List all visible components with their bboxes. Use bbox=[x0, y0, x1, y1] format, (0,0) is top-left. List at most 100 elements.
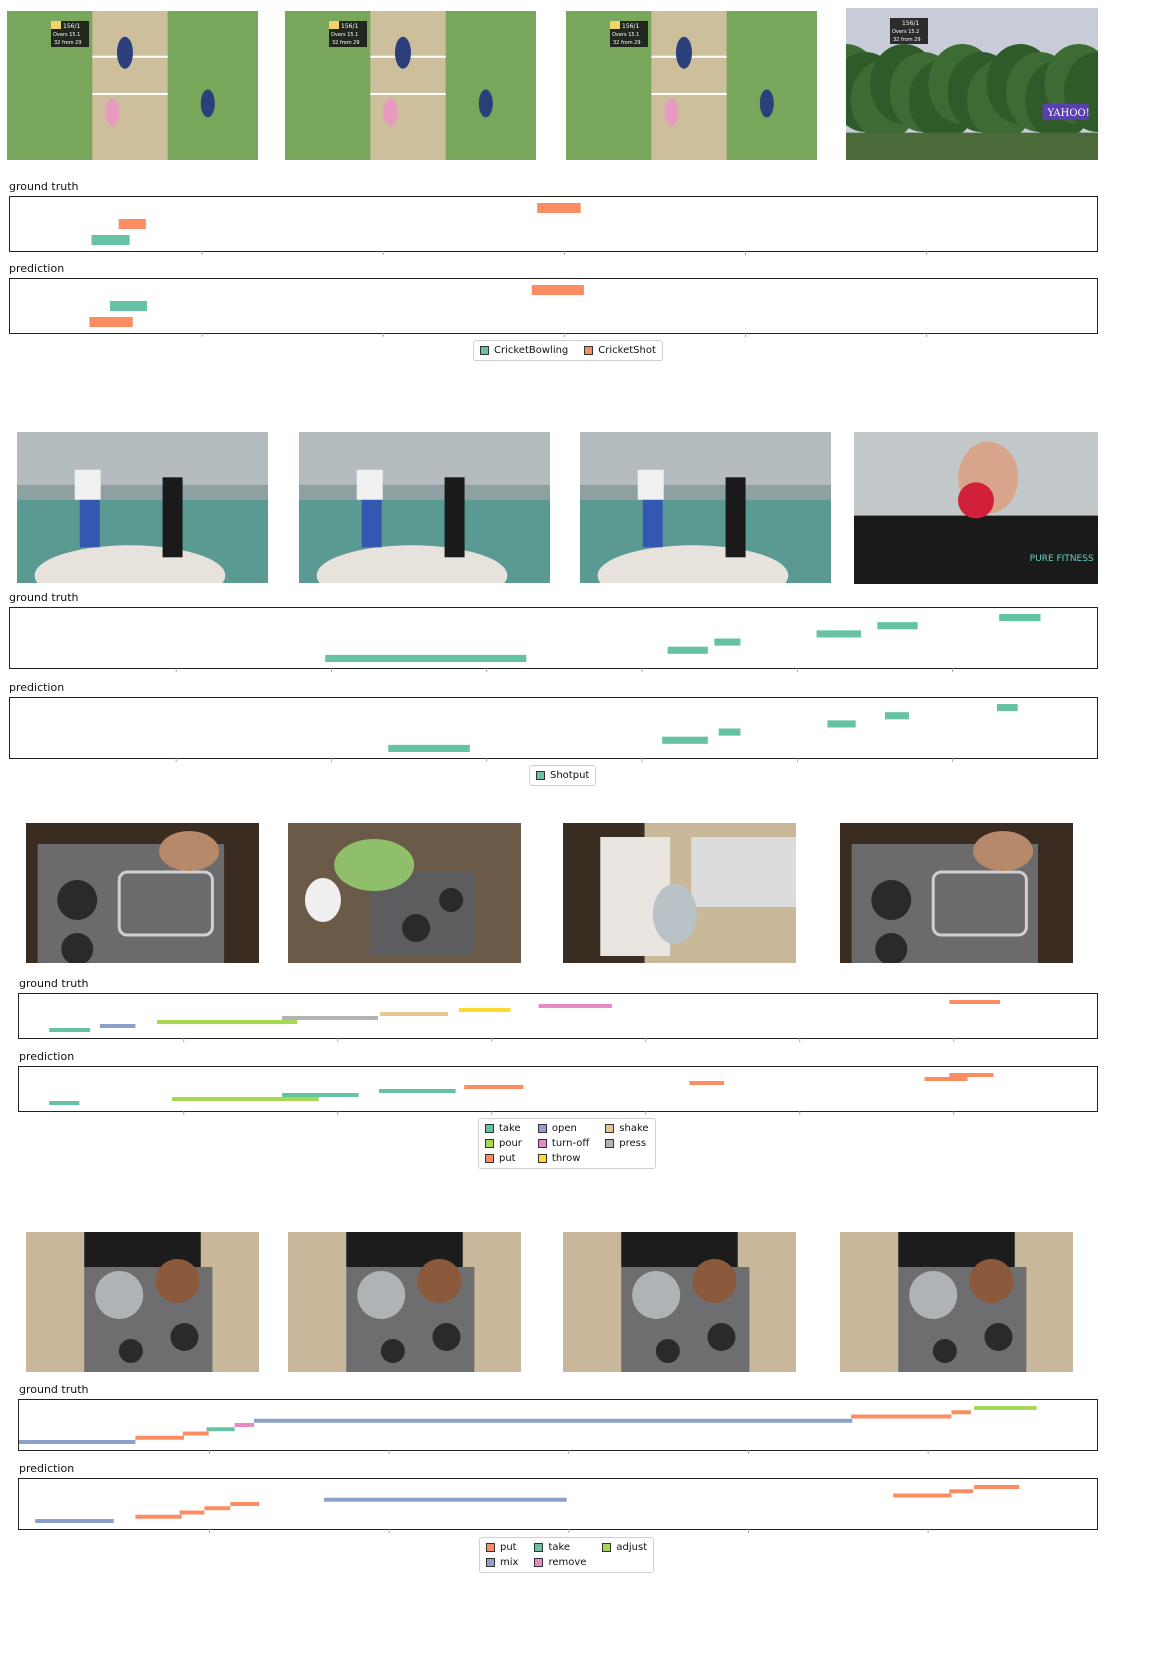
ground_truth-segment-put bbox=[182, 1431, 209, 1436]
legend-label: adjust bbox=[616, 1542, 648, 1553]
svg-text:32 from 29: 32 from 29 bbox=[613, 40, 641, 46]
panel1-frame4: YAHOO! 156/1 Overs 15.2 32 from 29 bbox=[846, 8, 1098, 160]
svg-text:Overs 15.1: Overs 15.1 bbox=[53, 32, 80, 38]
frame-image bbox=[840, 823, 1073, 963]
ground_truth-segment-throw bbox=[458, 1008, 511, 1012]
legend-swatch bbox=[480, 346, 489, 355]
panel2-frame1 bbox=[17, 432, 268, 583]
svg-text:156/1: 156/1 bbox=[622, 23, 639, 30]
panel1-pred-track bbox=[9, 278, 1098, 337]
legend-swatch bbox=[485, 1124, 494, 1133]
legend-grid: CricketBowling CricketShot bbox=[480, 344, 656, 357]
svg-text:Overs 15.1: Overs 15.1 bbox=[612, 32, 639, 38]
panel1-prediction-svg bbox=[89, 285, 928, 337]
frame-image: 156/1 Overs 15.1 32 from 29 bbox=[285, 11, 536, 160]
legend-item: remove bbox=[534, 1556, 586, 1569]
frame-image: PURE FITNESS bbox=[854, 432, 1098, 584]
legend-swatch bbox=[537, 1139, 547, 1148]
panel3-pred-track bbox=[18, 1066, 1098, 1115]
legend-swatch bbox=[537, 1154, 547, 1163]
panel1-gt-label: ground truth bbox=[9, 180, 79, 193]
legend-label: put bbox=[500, 1542, 517, 1553]
ground_truth-segment-press bbox=[282, 1016, 378, 1020]
panel4-frame4 bbox=[840, 1232, 1073, 1372]
legend-item: CricketBowling bbox=[480, 344, 568, 357]
panel3-frame4 bbox=[840, 823, 1073, 963]
ground_truth-segment-shake bbox=[380, 1012, 449, 1016]
svg-text:32 from 29: 32 from 29 bbox=[332, 40, 360, 46]
legend-label: mix bbox=[500, 1557, 519, 1568]
legend-swatch bbox=[536, 771, 545, 780]
legend-item: mix bbox=[486, 1556, 518, 1569]
prediction-segment-CricketShot bbox=[89, 317, 133, 327]
legend-item: CricketShot bbox=[584, 344, 656, 357]
legend-item: take bbox=[485, 1122, 522, 1135]
panel1-pred-label: prediction bbox=[9, 262, 65, 275]
prediction-segment-put bbox=[179, 1510, 205, 1515]
frame-image bbox=[288, 823, 521, 963]
ground_truth-segment-Shotput bbox=[714, 638, 741, 646]
panel1-frame1: 156/1 Overs 15.1 32 from 29 bbox=[7, 11, 258, 160]
ground_truth-segment-put bbox=[951, 1410, 971, 1415]
panel1-gt-track bbox=[9, 196, 1098, 255]
panel3-prediction-svg bbox=[49, 1073, 994, 1115]
panel4-prediction-svg bbox=[35, 1485, 1020, 1533]
legend-swatch bbox=[537, 1124, 547, 1133]
svg-text:32 from 29: 32 from 29 bbox=[893, 37, 921, 43]
ground_truth-segment-put bbox=[135, 1435, 184, 1440]
legend-label: take bbox=[548, 1542, 571, 1553]
frame-image: 156/1 Overs 15.1 32 from 29 bbox=[566, 11, 817, 160]
prediction-segment-put bbox=[230, 1502, 260, 1506]
panel1-frame2: 156/1 Overs 15.1 32 from 29 bbox=[285, 11, 536, 160]
ground_truth-segment-adjust bbox=[974, 1406, 1037, 1410]
frame-image bbox=[563, 823, 796, 963]
legend-item: Shotput bbox=[536, 769, 589, 782]
ground_truth-segment-CricketShot bbox=[537, 203, 581, 213]
legend-item: adjust bbox=[602, 1541, 647, 1554]
ground_truth-segment-Shotput bbox=[325, 654, 527, 662]
legend-label: remove bbox=[548, 1557, 587, 1568]
panel2-pred-label: prediction bbox=[9, 681, 65, 694]
ground_truth-segment-turn-off bbox=[538, 1004, 612, 1008]
frame-image bbox=[288, 1232, 521, 1372]
svg-text:156/1: 156/1 bbox=[63, 23, 80, 30]
legend-item: put bbox=[485, 1152, 522, 1165]
ground_truth-segment-remove bbox=[234, 1423, 255, 1427]
frame-image bbox=[563, 1232, 796, 1372]
ground_truth-segment-take bbox=[206, 1427, 235, 1432]
frame-image: YAHOO! 156/1 Overs 15.2 32 from 29 bbox=[846, 8, 1098, 160]
svg-text:YAHOO!: YAHOO! bbox=[1047, 108, 1090, 119]
prediction-segment-take bbox=[379, 1089, 456, 1093]
legend-swatch bbox=[486, 1543, 495, 1552]
legend-label: turn-off bbox=[551, 1138, 590, 1149]
prediction-segment-Shotput bbox=[718, 728, 741, 736]
legend-item: pour bbox=[485, 1137, 522, 1150]
prediction-segment-Shotput bbox=[662, 736, 708, 744]
prediction-segment-put bbox=[204, 1506, 231, 1511]
ground_truth-segment-put bbox=[851, 1414, 952, 1419]
prediction-segment-put bbox=[464, 1085, 524, 1089]
prediction-segment-put bbox=[949, 1073, 994, 1077]
legend-label: CricketBowling bbox=[494, 345, 569, 356]
ground_truth-segment-pour bbox=[156, 1020, 298, 1024]
panel3-gt-label: ground truth bbox=[19, 977, 89, 990]
panel2-prediction-svg bbox=[175, 704, 1018, 762]
legend-swatch bbox=[485, 1154, 494, 1163]
ground_truth-segment-Shotput bbox=[816, 630, 862, 638]
legend-item: press bbox=[605, 1137, 648, 1150]
legend-swatch bbox=[485, 1139, 494, 1148]
prediction-segment-Shotput bbox=[388, 744, 470, 752]
prediction-segment-put bbox=[924, 1077, 968, 1081]
legend-item: turn-off bbox=[537, 1137, 590, 1150]
legend-label: Shotput bbox=[550, 770, 590, 781]
legend-swatch bbox=[534, 1543, 544, 1552]
ground_truth-segment-Shotput bbox=[877, 622, 918, 630]
ground_truth-segment-put bbox=[949, 1000, 1000, 1004]
panel4-frame1 bbox=[26, 1232, 259, 1372]
panel2-frame4: PURE FITNESS bbox=[854, 432, 1098, 584]
frame-image bbox=[26, 823, 259, 963]
ground_truth-segment-Shotput bbox=[667, 646, 708, 654]
panel1-frame3: 156/1 Overs 15.1 32 from 29 bbox=[566, 11, 817, 160]
svg-text:156/1: 156/1 bbox=[902, 20, 919, 27]
legend-swatch bbox=[605, 1139, 615, 1148]
